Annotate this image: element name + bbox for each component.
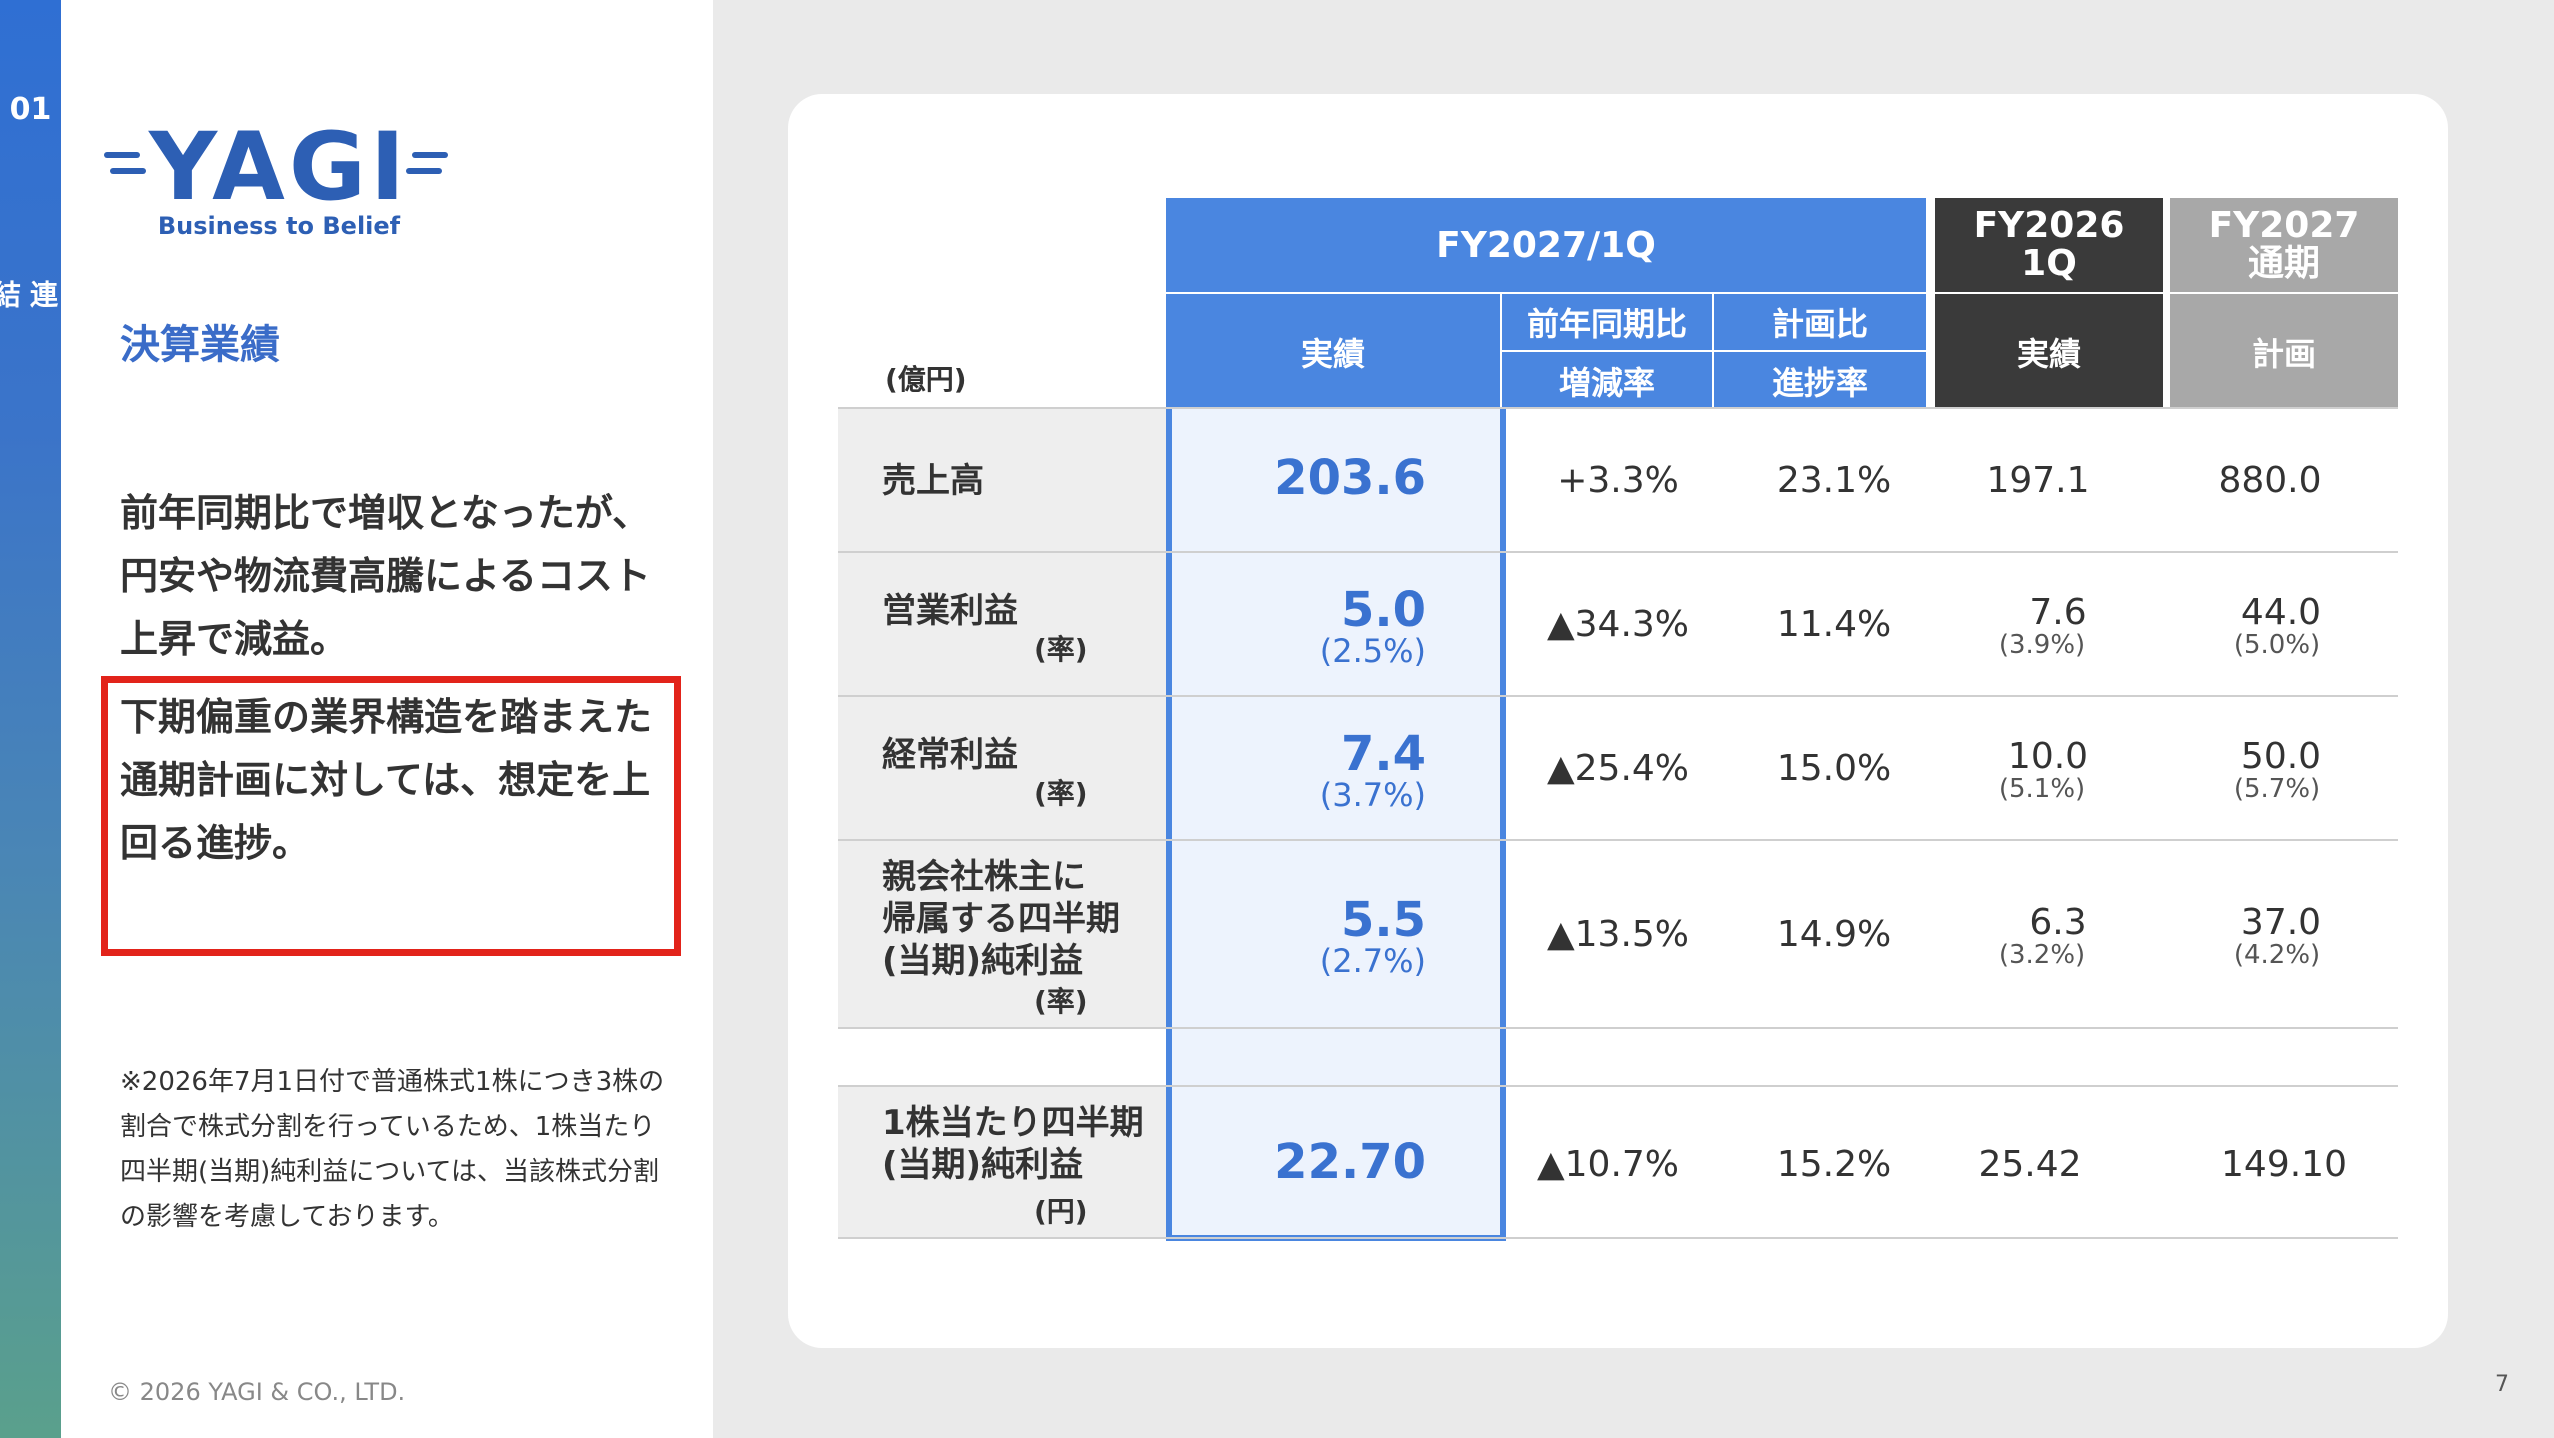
row-label: 売上高 — [882, 461, 984, 501]
plan-value: 880.0 — [2218, 460, 2322, 501]
prev-value: 7.6 — [2029, 592, 2087, 633]
prev-value: 197.1 — [1986, 460, 2090, 501]
plan-value: 149.10 — [2221, 1144, 2347, 1185]
copyright: © 2026 YAGI & CO., LTD. — [108, 1378, 406, 1406]
yoy-value: +3.3% — [1557, 460, 1679, 501]
plan-rate: (4.2%) — [2233, 940, 2321, 970]
yen-label: (円) — [1034, 1195, 1088, 1228]
yoy-value: ▲13.5% — [1546, 914, 1690, 955]
header-progress: 進捗率 — [1714, 352, 1926, 409]
plan-value: 44.0 — [2240, 592, 2322, 633]
prev-value: 10.0 — [2007, 736, 2089, 777]
unit-label: (億円) — [885, 363, 967, 396]
section-strip: 01 連結業績 — [0, 0, 61, 1438]
yoy-value: ▲10.7% — [1536, 1144, 1680, 1185]
prev-value: 6.3 — [2029, 902, 2087, 943]
page-title: 決算業績 — [120, 322, 280, 368]
plan-value: 37.0 — [2240, 902, 2322, 943]
actual-value: 22.70 — [1274, 1134, 1426, 1190]
plan-rate: (5.7%) — [2233, 774, 2321, 804]
yoy-value: ▲34.3% — [1546, 604, 1690, 645]
rate-label: (率) — [1034, 985, 1088, 1018]
progress-value: 14.9% — [1776, 914, 1892, 955]
actual-value: 7.4 — [1340, 726, 1426, 782]
header-fy2027-1q: FY2027/1Q — [1166, 198, 1926, 292]
section-label: 連結業績 — [0, 280, 59, 308]
header-fy2026-1q: FY2026 1Q — [1935, 198, 2163, 292]
header-fy2027-full: FY2027 通期 — [2170, 198, 2398, 292]
row-label: 営業利益 — [882, 591, 1018, 631]
page-number: 7 — [2495, 1372, 2509, 1397]
prev-rate: (3.2%) — [1998, 940, 2086, 970]
lead-text: 前年同期比で増収となったが、円安や物流費高騰によるコスト上昇で減益。 — [120, 491, 651, 661]
logo-tagline: Business to Belief — [157, 212, 401, 240]
progress-value: 15.0% — [1776, 748, 1892, 789]
highlight-text: 下期偏重の業界構造を踏まえた通期計画に対しては、想定を上回る進捗。 — [120, 695, 653, 865]
rate-label: (率) — [1034, 777, 1088, 810]
progress-value: 23.1% — [1776, 460, 1892, 501]
header-fy2026-actual: 実績 — [1935, 294, 2163, 409]
progress-value: 11.4% — [1776, 604, 1892, 645]
rate-label: (率) — [1034, 633, 1088, 666]
actual-value: 5.0 — [1340, 582, 1426, 638]
company-logo: YAGI Business to Belief — [104, 118, 454, 248]
actual-rate: (2.5%) — [1319, 632, 1426, 670]
prev-rate: (3.9%) — [1998, 630, 2086, 660]
row-label-line-2: 帰属する四半期 — [882, 899, 1120, 939]
row-label-line-1: 親会社株主に — [882, 857, 1086, 897]
row-label: 経常利益 — [882, 735, 1018, 775]
actual-value: 5.5 — [1340, 892, 1426, 948]
actual-rate: (3.7%) — [1319, 776, 1426, 814]
row-label-line-1: 1株当たり四半期 — [882, 1103, 1144, 1143]
plan-rate: (5.0%) — [2233, 630, 2321, 660]
plan-value: 50.0 — [2240, 736, 2322, 777]
header-fy2027-plan: 計画 — [2170, 294, 2398, 409]
logo-wordmark: YAGI — [149, 113, 409, 222]
prev-value: 25.42 — [1978, 1144, 2082, 1185]
header-actual: 実績 — [1166, 294, 1500, 409]
prev-rate: (5.1%) — [1998, 774, 2086, 804]
header-yoy: 前年同期比 — [1502, 294, 1712, 350]
section-number: 01 — [9, 92, 52, 127]
row-label-line-2: (当期)純利益 — [882, 1145, 1084, 1185]
actual-rate: (2.7%) — [1319, 942, 1426, 980]
header-vs-plan: 計画比 — [1714, 294, 1926, 350]
yoy-value: ▲25.4% — [1546, 748, 1690, 789]
row-label-line-3: (当期)純利益 — [882, 941, 1084, 981]
header-yoy-rate: 増減率 — [1502, 352, 1712, 409]
actual-column-highlight — [1166, 409, 1506, 1241]
footnote: ※2026年7月1日付で普通株式1株につき3株の割合で株式分割を行っているため、… — [120, 1067, 665, 1232]
actual-value: 203.6 — [1274, 450, 1426, 506]
